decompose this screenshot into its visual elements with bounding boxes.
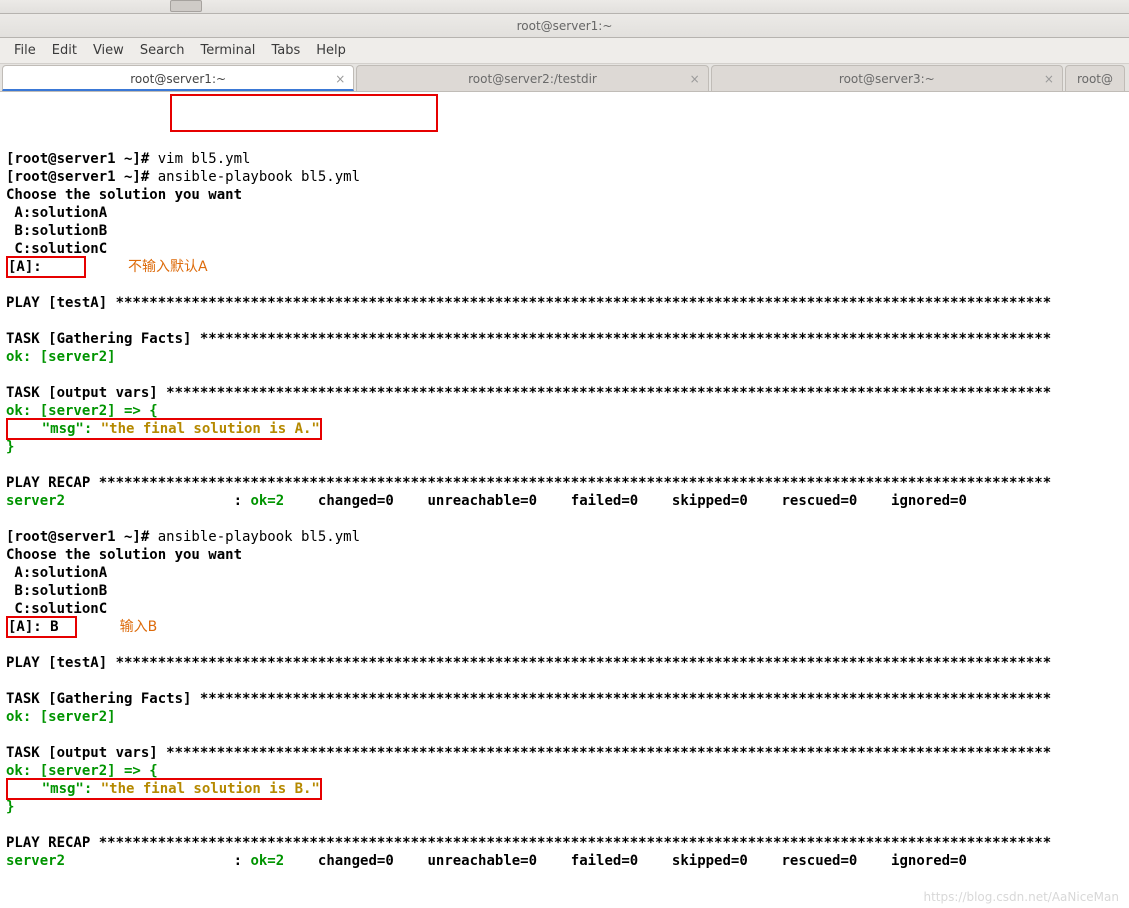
tab-server2[interactable]: root@server2:/testdir × xyxy=(356,65,708,91)
menu-file[interactable]: File xyxy=(6,43,44,58)
ok-server2: ok: [server2] xyxy=(6,709,116,725)
input-prompt-1: [A]: xyxy=(8,259,50,275)
msg-key: "msg" xyxy=(8,421,84,437)
titlebar-outer xyxy=(0,0,1129,14)
tab-label: root@ xyxy=(1077,72,1113,86)
cmd-ansible2: ansible-playbook bl5.yml xyxy=(158,529,360,545)
ok-arrow: ok: [server2] => { xyxy=(6,403,158,419)
recap-host: server2 xyxy=(6,853,65,869)
msg-colon: : xyxy=(84,781,101,797)
play-header: PLAY [testA] xyxy=(6,295,116,311)
option-c: C:solutionC xyxy=(6,601,107,617)
cmd-ansible1: ansible-playbook bl5.yml xyxy=(158,169,360,185)
recap-rest: changed=0 unreachable=0 failed=0 skipped… xyxy=(309,853,966,869)
terminal-content[interactable]: [root@server1 ~]# vim bl5.yml [root@serv… xyxy=(0,92,1129,908)
tab-label: root@server1:~ xyxy=(130,72,226,86)
menu-search[interactable]: Search xyxy=(132,43,193,58)
prompt: [root@server1 ~]# xyxy=(6,529,158,545)
task-gathering: TASK [Gathering Facts] xyxy=(6,331,200,347)
tab-server3[interactable]: root@server3:~ × xyxy=(711,65,1063,91)
cmd-vim: vim bl5.yml xyxy=(158,151,251,167)
option-c: C:solutionC xyxy=(6,241,107,257)
tab-label: root@server2:/testdir xyxy=(468,72,597,86)
stars: ****************************************… xyxy=(166,745,1051,761)
prompt: [root@server1 ~]# xyxy=(6,151,158,167)
tabbar[interactable]: root@server1:~ × root@server2:/testdir ×… xyxy=(0,64,1129,92)
watermark: https://blog.csdn.net/AaNiceMan xyxy=(923,888,1119,906)
stars: ****************************************… xyxy=(200,691,1051,707)
stars: ****************************************… xyxy=(116,655,1052,671)
prompt: [root@server1 ~]# xyxy=(6,169,158,185)
msg-key: "msg" xyxy=(8,781,84,797)
play-header: PLAY [testA] xyxy=(6,655,116,671)
close-icon[interactable]: × xyxy=(335,66,345,92)
annotation-default-a: 不输入默认A xyxy=(128,259,208,275)
stars: ****************************************… xyxy=(99,475,1051,491)
stars: ****************************************… xyxy=(200,331,1051,347)
tab-server1[interactable]: root@server1:~ × xyxy=(2,65,354,91)
stars: ****************************************… xyxy=(166,385,1051,401)
tab-partial[interactable]: root@ xyxy=(1065,65,1125,91)
input-prompt-2: [A]: B xyxy=(8,619,59,635)
task-output-vars: TASK [output vars] xyxy=(6,745,166,761)
choose-line: Choose the solution you want xyxy=(6,187,242,203)
menu-view[interactable]: View xyxy=(85,43,132,58)
recap-mid: : xyxy=(65,493,250,509)
highlight-box-msg-a: "msg": "the final solution is A." xyxy=(6,418,322,440)
highlight-box-commands xyxy=(170,94,438,132)
option-b: B:solutionB xyxy=(6,223,107,239)
window-titlebar: root@server1:~ xyxy=(0,14,1129,38)
highlight-box-input2: [A]: B xyxy=(6,616,77,638)
titlebar-left-widget xyxy=(170,0,202,12)
annotation-input-b: 输入B xyxy=(120,619,158,635)
tab-label: root@server3:~ xyxy=(839,72,935,86)
recap-host: server2 xyxy=(6,493,65,509)
close-icon[interactable]: × xyxy=(1044,66,1054,92)
highlight-box-msg-b: "msg": "the final solution is B." xyxy=(6,778,322,800)
highlight-box-input1: [A]: xyxy=(6,256,86,278)
menubar[interactable]: File Edit View Search Terminal Tabs Help xyxy=(0,38,1129,64)
task-output-vars: TASK [output vars] xyxy=(6,385,166,401)
play-recap: PLAY RECAP xyxy=(6,475,99,491)
msg-val-a: "the final solution is A." xyxy=(101,421,320,437)
task-gathering: TASK [Gathering Facts] xyxy=(6,691,200,707)
menu-help[interactable]: Help xyxy=(308,43,354,58)
recap-ok: ok=2 xyxy=(250,853,309,869)
play-recap: PLAY RECAP xyxy=(6,835,99,851)
choose-line: Choose the solution you want xyxy=(6,547,242,563)
menu-tabs[interactable]: Tabs xyxy=(263,43,308,58)
option-b: B:solutionB xyxy=(6,583,107,599)
close-brace: } xyxy=(6,439,14,455)
recap-ok: ok=2 xyxy=(250,493,309,509)
close-icon[interactable]: × xyxy=(690,66,700,92)
msg-val-b: "the final solution is B." xyxy=(101,781,320,797)
recap-rest: changed=0 unreachable=0 failed=0 skipped… xyxy=(309,493,966,509)
msg-colon: : xyxy=(84,421,101,437)
close-brace: } xyxy=(6,799,14,815)
menu-terminal[interactable]: Terminal xyxy=(192,43,263,58)
option-a: A:solutionA xyxy=(6,565,107,581)
option-a: A:solutionA xyxy=(6,205,107,221)
menu-edit[interactable]: Edit xyxy=(44,43,85,58)
recap-mid: : xyxy=(65,853,250,869)
ok-server2: ok: [server2] xyxy=(6,349,116,365)
ok-arrow: ok: [server2] => { xyxy=(6,763,158,779)
stars: ****************************************… xyxy=(99,835,1051,851)
window-title: root@server1:~ xyxy=(517,19,613,33)
stars: ****************************************… xyxy=(116,295,1052,311)
